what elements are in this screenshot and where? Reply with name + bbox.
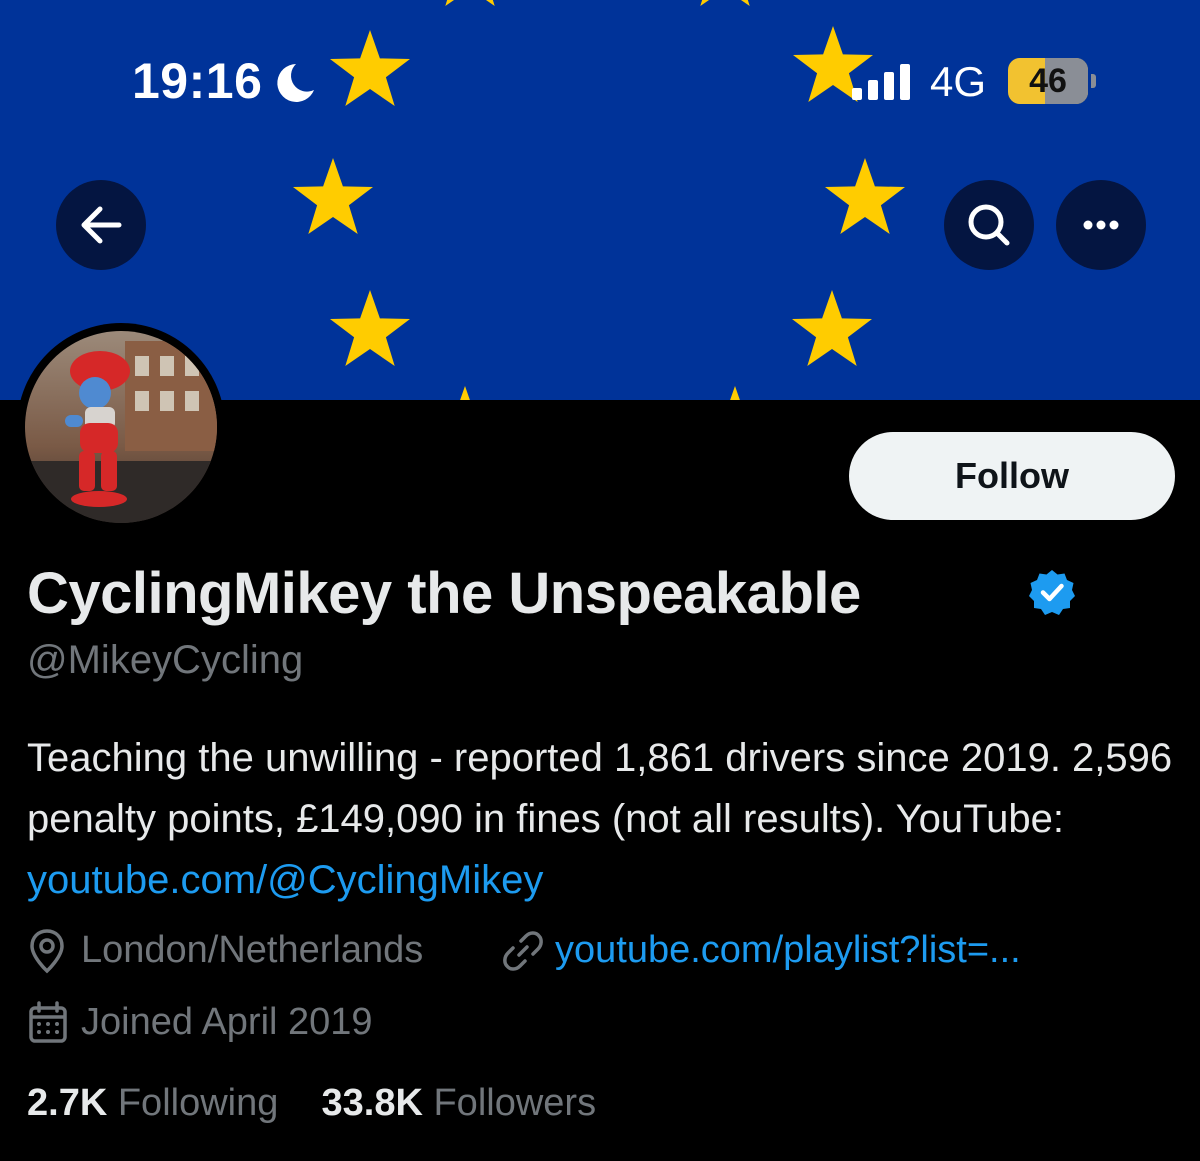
search-icon	[968, 204, 1010, 246]
flag-star	[792, 290, 872, 366]
profile-meta-joined-row: Joined April 2019	[27, 999, 527, 1047]
profile-website-link[interactable]: youtube.com/playlist?list=...	[555, 929, 1021, 972]
battery-level: 46	[1029, 62, 1067, 100]
follow-button[interactable]: Follow	[849, 432, 1175, 520]
followers-stat[interactable]: 33.8K Followers	[322, 1082, 597, 1124]
network-type: 4G	[930, 58, 987, 105]
back-button[interactable]	[56, 180, 146, 270]
battery-icon: 46	[1008, 58, 1088, 104]
profile-bio: Teaching the unwilling - reported 1,861 …	[27, 728, 1177, 911]
profile-location: London/Netherlands	[81, 929, 424, 971]
location-pin-icon	[30, 929, 64, 974]
flag-star	[293, 158, 373, 234]
flag-star	[425, 386, 505, 400]
follow-stats: 2.7K Following 33.8K Followers	[27, 1082, 596, 1125]
search-button[interactable]	[944, 180, 1034, 270]
battery-tip	[1091, 74, 1096, 88]
avatar-image	[25, 331, 217, 523]
display-name: CyclingMikey the Unspeakable	[27, 561, 861, 626]
bio-youtube-link[interactable]: youtube.com/@CyclingMikey	[27, 858, 543, 902]
bio-text: Teaching the unwilling - reported 1,861 …	[27, 736, 1173, 841]
profile-meta-location-row: London/Netherlands youtube.com/playlist?…	[27, 927, 1127, 975]
more-options-button[interactable]	[1056, 180, 1146, 270]
flag-star	[695, 386, 775, 400]
status-bar: 19:16 4G 46	[0, 0, 1200, 160]
profile-joined-date: Joined April 2019	[81, 1001, 373, 1043]
following-stat[interactable]: 2.7K Following	[27, 1082, 278, 1124]
status-time: 19:16	[132, 53, 263, 109]
more-horizontal-icon	[1083, 220, 1119, 230]
profile-avatar[interactable]	[17, 323, 225, 531]
followers-label: Followers	[433, 1082, 597, 1124]
followers-count: 33.8K	[321, 1082, 423, 1124]
link-icon	[503, 931, 543, 971]
verified-badge-icon[interactable]	[1028, 568, 1076, 616]
calendar-icon	[29, 1001, 67, 1043]
moon-icon	[277, 64, 314, 102]
flag-star	[825, 158, 905, 234]
user-handle: @MikeyCycling	[27, 638, 304, 682]
arrow-left-icon	[81, 206, 122, 244]
flag-star	[330, 290, 410, 366]
following-label: Following	[117, 1082, 279, 1124]
cellular-signal-icon	[852, 64, 910, 100]
following-count: 2.7K	[27, 1082, 108, 1124]
